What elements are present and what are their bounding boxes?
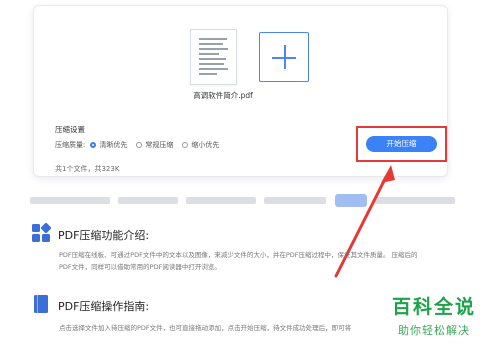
section-text: 点击选择文件加入待压缩的PDF文件，也可直接拖动添加，点击开始压缩，待文件成功处… [59,324,352,332]
watermark-logo: 百科全说 助你轻松解决 [391,296,476,337]
section-title-intro: PDF压缩功能介绍: [58,229,150,242]
section-text: PDF压缩在线板、可通过PDF文件中的文本以及图像，来减少文件的大小，并在PDF… [59,251,418,259]
apps-grid-icon [32,222,52,242]
section-title-guide: PDF压缩操作指南: [58,300,150,313]
section-text: PDF文件，同样可以借助常用的PDF阅读器中打开浏览。 [59,263,221,271]
book-icon [34,295,48,313]
